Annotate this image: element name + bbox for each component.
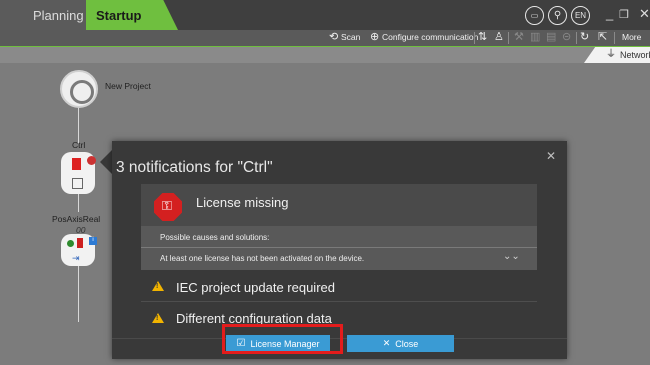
title-bar: Planning Startup ▭ ⚲ EN _ ❐ ✕ bbox=[0, 0, 650, 30]
network-tab[interactable]: ⏚ Network bbox=[584, 47, 650, 63]
error-badge-icon[interactable] bbox=[87, 156, 96, 165]
key-icon: ⚿ bbox=[162, 198, 172, 213]
warning-mark: ! bbox=[156, 315, 159, 322]
config-icon[interactable]: ▤ bbox=[546, 31, 556, 44]
lock-icon[interactable]: ⊝ bbox=[562, 31, 571, 44]
ctrl-io-icon bbox=[72, 178, 83, 189]
view-tab-row: ⏚ Network bbox=[0, 47, 650, 63]
tab-planning[interactable]: Planning bbox=[0, 0, 96, 30]
project-node-icon[interactable] bbox=[60, 70, 98, 108]
toolbar-separator bbox=[508, 32, 509, 44]
project-label: New Project bbox=[105, 81, 151, 91]
license-separator bbox=[141, 247, 537, 248]
network-icon: ⏚ bbox=[606, 49, 616, 60]
configure-icon[interactable]: ⊕ bbox=[370, 31, 379, 44]
license-missing-title: License missing bbox=[196, 195, 289, 210]
chat-icon[interactable]: ▭ bbox=[525, 6, 544, 25]
notification-separator bbox=[141, 301, 537, 302]
configure-communication-button[interactable]: Configure communication bbox=[382, 32, 478, 42]
scan-button[interactable]: Scan bbox=[341, 32, 360, 42]
expand-chevron-icon[interactable]: ⌄⌄ bbox=[503, 251, 520, 262]
toolbar-separator bbox=[614, 32, 615, 44]
axis-motor-icon: ⇥ bbox=[72, 253, 80, 263]
info-badge-icon[interactable]: i bbox=[89, 237, 97, 245]
close-icon: ✕ bbox=[382, 338, 391, 348]
causes-label: Possible causes and solutions: bbox=[160, 233, 270, 242]
toolbar: ⟲ Scan ⊕ Configure communication ⇅ ♙ ⚒ ▥… bbox=[0, 30, 650, 47]
solution-text: At least one license has not been activa… bbox=[160, 254, 365, 263]
device-icon[interactable]: ▥ bbox=[530, 31, 540, 44]
restore-icon[interactable]: ❐ bbox=[619, 8, 629, 21]
pointer-icon[interactable]: ⇱ bbox=[598, 31, 607, 44]
highlight-box bbox=[222, 324, 343, 354]
close-window-icon[interactable]: ✕ bbox=[639, 6, 650, 22]
user-icon[interactable]: ♙ bbox=[494, 31, 504, 44]
toolbar-separator bbox=[474, 32, 475, 44]
minimize-icon[interactable]: _ bbox=[606, 6, 613, 21]
close-label: Close bbox=[395, 338, 419, 349]
tree-connector bbox=[78, 262, 79, 322]
tool-icon[interactable]: ⚒ bbox=[514, 31, 524, 44]
dialog-pointer bbox=[100, 150, 112, 174]
search-icon[interactable]: ⚲ bbox=[548, 6, 567, 25]
more-button[interactable]: More bbox=[622, 32, 641, 42]
close-button[interactable]: ✕ Close bbox=[347, 335, 454, 352]
ctrl-label: Ctrl bbox=[72, 140, 86, 150]
axis-label: PosAxisReal bbox=[52, 214, 101, 224]
language-button[interactable]: EN bbox=[571, 6, 590, 25]
scan-icon[interactable]: ⟲ bbox=[329, 31, 338, 44]
warning-mark: ! bbox=[156, 283, 159, 290]
notification-text: IEC project update required bbox=[176, 280, 335, 295]
refresh-icon[interactable]: ↻ bbox=[580, 31, 589, 44]
dialog-title: 3 notifications for "Ctrl" bbox=[116, 159, 273, 176]
dialog-close-icon[interactable]: ✕ bbox=[546, 149, 556, 163]
connect-icon[interactable]: ⇅ bbox=[478, 31, 487, 44]
tab-startup[interactable]: Startup bbox=[86, 0, 178, 30]
axis-device-icon bbox=[77, 238, 83, 248]
app-window: Planning Startup ▭ ⚲ EN _ ❐ ✕ ⟲ Scan ⊕ C… bbox=[0, 0, 650, 365]
network-tab-label: Network bbox=[620, 50, 650, 60]
tree-connector bbox=[78, 108, 79, 144]
axis-status-icon bbox=[67, 240, 74, 247]
tree-connector bbox=[78, 192, 79, 212]
ctrl-device-icon bbox=[72, 158, 81, 170]
toolbar-separator bbox=[576, 32, 577, 44]
